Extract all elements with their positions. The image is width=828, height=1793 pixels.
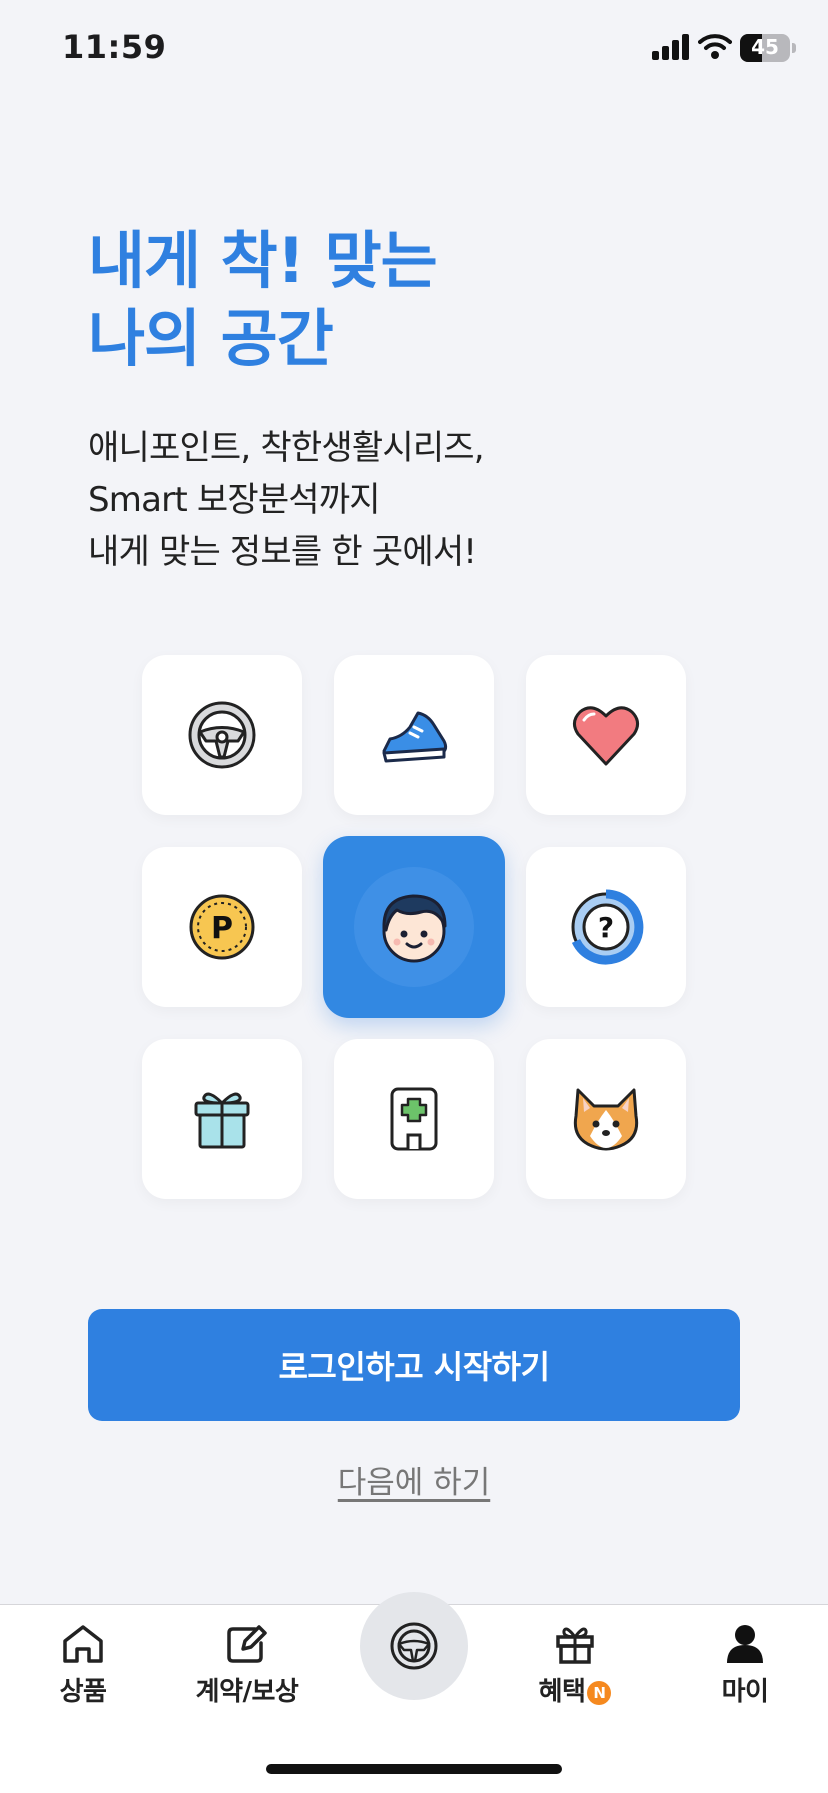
home-icon xyxy=(63,1625,103,1663)
sneaker-icon xyxy=(382,711,448,763)
tab-label-text: 혜택 xyxy=(538,1677,586,1707)
new-badge: N xyxy=(587,1680,612,1705)
svg-text:?: ? xyxy=(598,911,614,944)
tab-label: 계약/보상 xyxy=(195,1677,299,1707)
cellular-signal-icon xyxy=(652,34,689,60)
login-start-button[interactable]: 로그인하고 시작하기 xyxy=(88,1309,740,1421)
svg-text:P: P xyxy=(211,911,233,946)
tile-point: P xyxy=(142,847,302,1007)
status-time: 11:59 xyxy=(62,28,167,66)
avatar-halo xyxy=(354,867,474,987)
status-bar: 11:59 45 xyxy=(0,0,828,100)
tab-my[interactable]: 마이 xyxy=(680,1623,810,1708)
question-chart-icon: ? xyxy=(571,889,644,965)
tab-benefits[interactable]: 혜택 N xyxy=(510,1623,640,1708)
drive-fab-button[interactable] xyxy=(360,1592,468,1700)
dog-icon xyxy=(573,1088,639,1151)
hero-desc-line: 애니포인트, 착한생활시리즈, xyxy=(88,428,485,468)
point-coin-icon: P xyxy=(189,894,255,960)
tile-hospital xyxy=(334,1039,494,1199)
tile-my-profile[interactable] xyxy=(323,836,505,1018)
hero-title: 내게 착! 맞는 나의 공간 xyxy=(88,222,438,378)
heart-icon xyxy=(573,706,639,766)
tile-heart xyxy=(526,655,686,815)
gift-icon xyxy=(194,1092,250,1149)
hero-title-line: 내게 착! 맞는 xyxy=(88,224,438,297)
hero-title-line: 나의 공간 xyxy=(88,302,334,375)
battery-tip xyxy=(792,43,796,53)
wifi-icon xyxy=(698,34,732,59)
later-link[interactable]: 다음에 하기 xyxy=(0,1457,828,1502)
battery-indicator: 45 xyxy=(740,34,790,62)
edit-icon xyxy=(227,1625,267,1663)
tile-analysis: ? xyxy=(526,847,686,1007)
battery-level: 45 xyxy=(751,35,779,59)
steering-wheel-icon xyxy=(390,1622,438,1670)
steering-wheel-icon xyxy=(188,701,256,769)
tile-steering-wheel xyxy=(142,655,302,815)
person-icon xyxy=(727,1625,763,1663)
hero-desc-line: 내게 맞는 정보를 한 곳에서! xyxy=(88,532,477,572)
tab-label: 혜택 N xyxy=(510,1671,640,1708)
tab-label: 상품 xyxy=(59,1677,107,1707)
hero-description: 애니포인트, 착한생활시리즈, Smart 보장분석까지 내게 맞는 정보를 한… xyxy=(88,422,485,578)
tile-pet xyxy=(526,1039,686,1199)
tile-gift xyxy=(142,1039,302,1199)
tab-label: 마이 xyxy=(721,1677,769,1707)
home-indicator xyxy=(266,1764,562,1774)
tab-contract-claim[interactable]: 계약/보상 xyxy=(182,1623,312,1708)
tab-products[interactable]: 상품 xyxy=(18,1623,148,1708)
user-avatar-icon xyxy=(382,894,447,963)
tile-sneaker xyxy=(334,655,494,815)
gift-icon xyxy=(556,1627,594,1664)
hero-desc-line: Smart 보장분석까지 xyxy=(88,480,381,520)
hospital-icon xyxy=(390,1087,438,1151)
